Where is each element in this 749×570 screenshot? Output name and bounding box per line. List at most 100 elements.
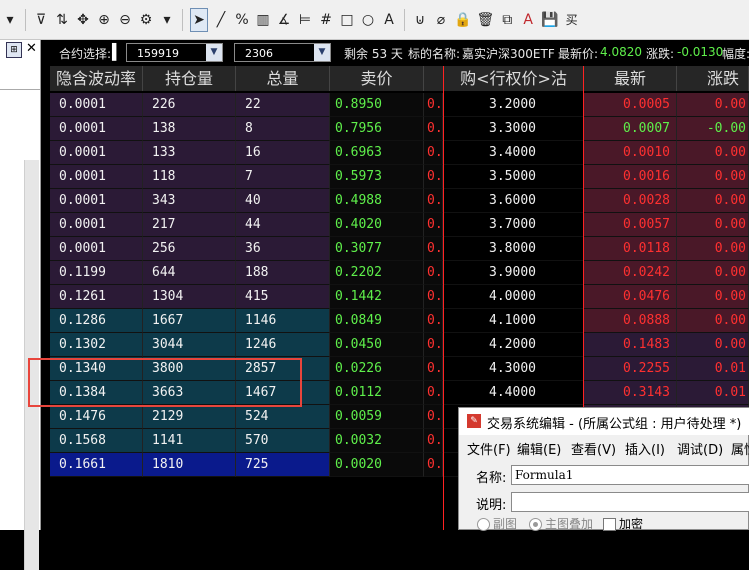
amplitude-label: 幅度:: [722, 47, 749, 61]
table-row[interactable]: 0.1286 1667 1146 0.0849 0. 4.1000 0.0888 0.00: [50, 309, 749, 333]
move-icon[interactable]: ✥: [75, 9, 91, 31]
text-icon[interactable]: A: [381, 9, 397, 31]
change-cell: 0.00: [677, 189, 749, 213]
col-header-change[interactable]: 涨跌: [677, 66, 749, 91]
dropdown-arrow[interactable]: ▾: [2, 9, 18, 31]
dropdown-arrow[interactable]: ▾: [159, 9, 175, 31]
iv-cell: 0.0001: [50, 189, 143, 213]
contract-code-value: 159919: [137, 47, 179, 60]
strike-cell: 4.4000: [444, 381, 583, 405]
contract-code-select[interactable]: 159919 ▼: [126, 43, 223, 62]
parallel-lines-icon[interactable]: ⊨: [297, 9, 313, 31]
table-row[interactable]: 0.0001 226 22 0.8950 0. 3.2000 0.0005 0.00: [50, 93, 749, 117]
volume-cell: 1246: [236, 333, 330, 357]
eraser-icon[interactable]: ⌀: [433, 9, 449, 31]
latest-cell: 0.0476: [584, 285, 677, 309]
strike-cell: 4.3000: [444, 357, 583, 381]
iv-cell: 0.1302: [50, 333, 143, 357]
main-overlay-option[interactable]: 主图叠加: [529, 515, 593, 532]
delete-icon[interactable]: 🗑: [476, 9, 494, 31]
volume-cell: 8: [236, 117, 330, 141]
copy-icon[interactable]: ⧉: [499, 9, 515, 31]
col-header-sell[interactable]: 卖价: [330, 66, 424, 91]
oi-cell: 138: [143, 117, 236, 141]
month-select[interactable]: 2306 ▼: [234, 43, 331, 62]
angle-icon[interactable]: ∡: [276, 9, 292, 31]
chevron-down-icon[interactable]: ▼: [314, 44, 330, 61]
table-row[interactable]: 0.0001 138 8 0.7956 0. 3.3000 0.0007 -0.00: [50, 117, 749, 141]
strike-cell: 3.5000: [444, 165, 583, 189]
strike-cell: 3.4000: [444, 141, 583, 165]
col-header-oi[interactable]: 持仓量: [143, 66, 236, 91]
percent-icon[interactable]: %: [234, 9, 250, 31]
magnet-icon[interactable]: ⊍: [412, 9, 428, 31]
change-label: 涨跌:: [646, 47, 675, 61]
change-cell: 0.01: [677, 381, 749, 405]
name-field[interactable]: Formula1: [511, 465, 749, 485]
col-header-iv[interactable]: 隐含波动率: [50, 66, 143, 91]
table-row[interactable]: 0.1302 3044 1246 0.0450 0. 4.2000 0.1483 0.00: [50, 333, 749, 357]
volume-cell: 570: [236, 429, 330, 453]
grid-icon[interactable]: #: [318, 9, 334, 31]
circle-icon[interactable]: ○: [360, 9, 376, 31]
sell-price-cell: 0.0450: [330, 333, 424, 357]
layout-icon[interactable]: ⇅: [54, 9, 70, 31]
menu-properties[interactable]: 属性: [731, 439, 749, 458]
save-icon[interactable]: 💾: [541, 9, 558, 31]
ruler-icon[interactable]: ▥: [255, 9, 271, 31]
table-row[interactable]: 0.0001 118 7 0.5973 0. 3.5000 0.0016 0.00: [50, 165, 749, 189]
table-row[interactable]: 0.0001 343 40 0.4988 0. 3.6000 0.0028 0.00: [50, 189, 749, 213]
filter-settings-icon[interactable]: ⊽: [33, 9, 49, 31]
menu-insert[interactable]: 插入(I): [625, 439, 665, 458]
oi-cell: 1141: [143, 429, 236, 453]
chevron-down-icon[interactable]: ▼: [206, 44, 222, 61]
table-row[interactable]: 0.1261 1304 415 0.1442 0. 4.0000 0.0476 0.00: [50, 285, 749, 309]
menu-file[interactable]: 文件(F): [467, 439, 511, 458]
lock-icon[interactable]: 🔒: [454, 9, 471, 31]
line-icon[interactable]: ╱: [213, 9, 229, 31]
cursor-icon[interactable]: ➤: [190, 7, 208, 32]
menu-view[interactable]: 查看(V): [571, 439, 616, 458]
latest-cell: 0.0028: [584, 189, 677, 213]
table-row[interactable]: 0.0001 133 16 0.6963 0. 3.4000 0.0010 0.00: [50, 141, 749, 165]
iv-cell: 0.1661: [50, 453, 143, 477]
app-icon: ✎: [467, 414, 481, 428]
table-row[interactable]: 0.1199 644 188 0.2202 0. 3.9000 0.0242 0.00: [50, 261, 749, 285]
gear-icon[interactable]: ⚙: [138, 9, 154, 31]
sell-price-cell: 0.0849: [330, 309, 424, 333]
iv-cell: 0.0001: [50, 141, 143, 165]
description-field[interactable]: [511, 492, 749, 512]
iv-cell: 0.0001: [50, 165, 143, 189]
subchart-option[interactable]: 副图: [477, 515, 517, 532]
change-cell: 0.00: [677, 93, 749, 117]
month-value: 2306: [245, 47, 273, 60]
menu-edit[interactable]: 编辑(E): [517, 439, 561, 458]
buy-price-cell: 0.: [424, 381, 443, 405]
close-icon[interactable]: ✕: [26, 41, 37, 56]
table-row[interactable]: 0.0001 256 36 0.3077 0. 3.8000 0.0118 0.00: [50, 237, 749, 261]
zoom-out-icon[interactable]: ⊖: [117, 9, 133, 31]
table-row[interactable]: 0.0001 217 44 0.4020 0. 3.7000 0.0057 0.00: [50, 213, 749, 237]
buy-icon[interactable]: 买: [564, 9, 580, 31]
strike-divider-left: [443, 66, 444, 530]
encrypt-option[interactable]: 加密: [603, 515, 643, 532]
buy-price-cell: 0.: [424, 93, 443, 117]
volume-cell: 16: [236, 141, 330, 165]
font-color-icon[interactable]: A: [520, 9, 536, 31]
menu-debug[interactable]: 调试(D): [677, 439, 723, 458]
volume-cell: 22: [236, 93, 330, 117]
zoom-in-icon[interactable]: ⊕: [96, 9, 112, 31]
strike-cell: 3.8000: [444, 237, 583, 261]
buy-price-cell: 0.: [424, 165, 443, 189]
change-cell: 0.00: [677, 165, 749, 189]
change-cell: -0.00: [677, 117, 749, 141]
latest-price-label: 最新价:: [558, 47, 599, 61]
col-header-strike[interactable]: 购<行权价>沽: [444, 66, 584, 91]
pin-icon[interactable]: ⊞: [6, 42, 22, 58]
buy-price-cell: 0.: [424, 213, 443, 237]
col-header-latest[interactable]: 最新: [584, 66, 677, 91]
buy-price-cell: 0.: [424, 453, 443, 477]
col-header-volume[interactable]: 总量: [236, 66, 330, 91]
rectangle-icon[interactable]: □: [339, 9, 355, 31]
dialog-titlebar[interactable]: ✎ 交易系统编辑 - (所属公式组 : 用户待处理 *): [459, 408, 749, 435]
